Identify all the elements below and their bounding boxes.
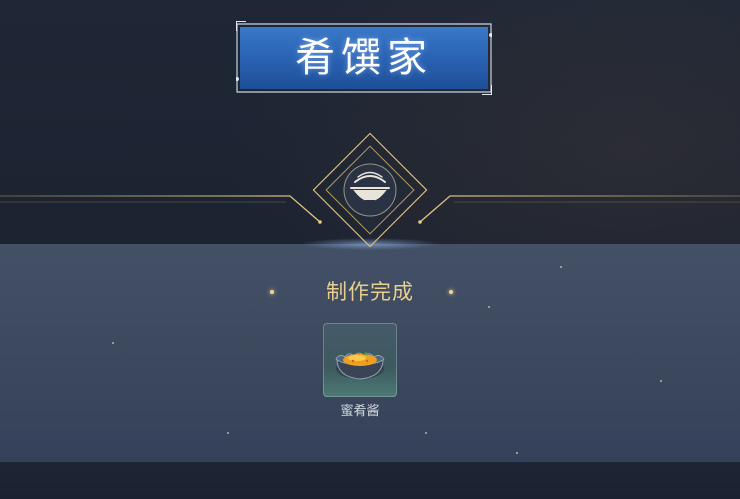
left-gold-line bbox=[0, 195, 321, 223]
sparkle bbox=[488, 306, 490, 308]
reward-item-name: 蜜肴酱 bbox=[340, 404, 380, 419]
sparkle bbox=[227, 432, 229, 434]
sparkle bbox=[112, 342, 114, 344]
page-title: 肴馔家 bbox=[295, 35, 433, 81]
game-screen: 肴馔家 制作完成 蜜肴酱 bbox=[0, 0, 740, 499]
sparkle bbox=[660, 380, 662, 382]
reward-item-slot[interactable] bbox=[323, 323, 397, 397]
right-gold-line bbox=[419, 195, 740, 223]
bowl-of-sauce-icon bbox=[335, 352, 385, 380]
completion-status: 制作完成 bbox=[326, 280, 414, 304]
sparkle bbox=[425, 432, 427, 434]
sparkle bbox=[560, 266, 562, 268]
decorative-dot-right bbox=[449, 290, 453, 294]
title-plate: 肴馔家 bbox=[236, 21, 492, 95]
sparkle bbox=[516, 452, 518, 454]
